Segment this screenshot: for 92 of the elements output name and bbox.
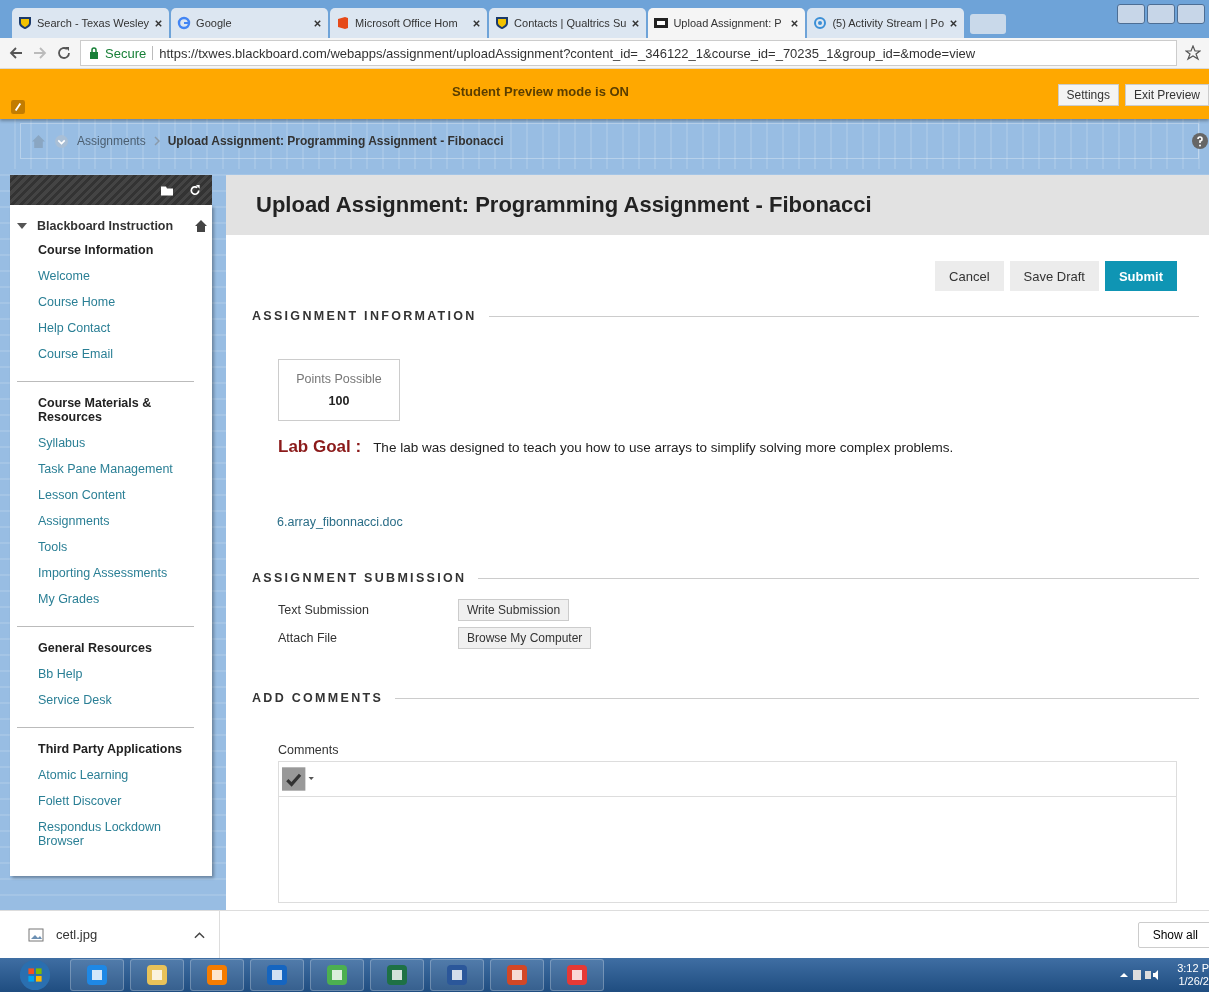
browser-tab[interactable]: Search - Texas Wesley xyxy=(12,8,170,38)
menu-item[interactable]: Help Contact xyxy=(38,315,194,341)
show-all-button[interactable]: Show all xyxy=(1137,921,1209,948)
menu-section-title[interactable]: Course Information xyxy=(38,243,194,257)
lock-icon xyxy=(89,47,99,59)
action-button[interactable]: Cancel xyxy=(935,261,1004,291)
menu-section-title[interactable]: Course Materials & Resources xyxy=(38,396,194,424)
browser-tab[interactable]: (5) Activity Stream | Po xyxy=(807,8,965,38)
banner-button[interactable]: Exit Preview xyxy=(1124,84,1209,106)
shield-icon xyxy=(18,16,32,30)
close-icon[interactable] xyxy=(949,18,959,28)
field-label: Text Submission xyxy=(278,603,370,617)
address-bar[interactable]: Secure https://txwes.blackboard.com/webapps/assignment/uploadAssignment?content_id=_346122_1&course_id=_70235_1&group_id=&mode=view xyxy=(80,40,1177,66)
menu-item[interactable]: Tools xyxy=(38,534,194,560)
course-title[interactable]: Blackboard Instruction xyxy=(37,219,174,233)
taskbar-app[interactable] xyxy=(490,959,544,991)
chevron-icon xyxy=(153,136,160,146)
reload-icon[interactable] xyxy=(56,45,72,61)
taskbar-app[interactable] xyxy=(130,959,184,991)
field-label: Comments xyxy=(278,743,340,757)
back-icon[interactable] xyxy=(8,45,24,61)
taskbar-app[interactable] xyxy=(430,959,484,991)
clock-time: 3:12 P xyxy=(1177,962,1209,975)
menu-item[interactable]: Respondus Lockdown Browser xyxy=(38,814,194,854)
close-icon[interactable] xyxy=(472,18,482,28)
submission-button[interactable]: Browse My Computer xyxy=(458,627,592,649)
star-icon[interactable] xyxy=(1185,45,1201,61)
section-heading: ASSIGNMENT SUBMISSION xyxy=(252,571,467,585)
banner-button[interactable]: Settings xyxy=(1057,84,1119,106)
menu-item[interactable]: Task Pane Management xyxy=(38,456,194,482)
caret-icon[interactable] xyxy=(194,930,205,939)
points-value: 100 xyxy=(328,394,350,408)
tab-title: Microsoft Office Hom xyxy=(355,17,459,29)
menu-item[interactable]: Welcome xyxy=(38,263,194,289)
menu-item[interactable]: Service Desk xyxy=(38,687,194,713)
menu-item[interactable]: Folett Discover xyxy=(38,788,194,814)
close-icon[interactable] xyxy=(154,18,164,28)
points-label: Points Possible xyxy=(296,372,382,386)
taskbar-app[interactable] xyxy=(370,959,424,991)
taskbar-app[interactable] xyxy=(250,959,304,991)
taskbar-app[interactable] xyxy=(550,959,604,991)
browser-tab[interactable]: Google xyxy=(171,8,329,38)
taskbar-app[interactable] xyxy=(190,959,244,991)
menu-item[interactable]: My Grades xyxy=(38,586,194,612)
menu-item[interactable]: Importing Assessments xyxy=(38,560,194,586)
tab-title: Contacts | Qualtrics Su xyxy=(514,17,627,29)
office-logo-icon xyxy=(336,16,351,30)
breadcrumb-item: Upload Assignment: Programming Assignment - Fibonacci xyxy=(167,134,504,148)
browser-tab[interactable]: Microsoft Office Hom xyxy=(330,8,488,38)
menu-item[interactable]: Course Home xyxy=(38,289,194,315)
g-logo-icon xyxy=(177,16,192,30)
menu-item[interactable]: Course Email xyxy=(38,341,194,367)
field-label: Attach File xyxy=(278,631,339,645)
browser-tab[interactable]: Contacts | Qualtrics Su xyxy=(489,8,647,38)
menu-section-title[interactable]: Third Party Applications xyxy=(38,742,194,756)
close-icon[interactable] xyxy=(631,18,641,28)
section-heading: ASSIGNMENT INFORMATION xyxy=(252,309,477,323)
menu-section-title[interactable]: General Resources xyxy=(38,641,194,655)
image-file-icon xyxy=(28,927,44,942)
shield-icon xyxy=(495,16,510,30)
close-icon[interactable] xyxy=(313,18,323,28)
submit-button[interactable]: Submit xyxy=(1104,261,1177,291)
tab-title: Upload Assignment: P xyxy=(673,17,783,29)
section-heading: ADD COMMENTS xyxy=(252,691,384,705)
help-icon[interactable] xyxy=(1192,133,1208,149)
bb-logo-icon xyxy=(654,16,669,30)
page-title: Upload Assignment: Programming Assignment - Fibonacci xyxy=(256,192,872,218)
close-icon[interactable] xyxy=(790,18,800,28)
tab-title: Search - Texas Wesley xyxy=(37,17,150,29)
menu-item[interactable]: Atomic Learning xyxy=(38,762,194,788)
home-icon[interactable] xyxy=(194,219,208,233)
link-icon[interactable] xyxy=(11,100,25,114)
taskbar-app[interactable] xyxy=(310,959,364,991)
tab-title: (5) Activity Stream | Po xyxy=(832,17,945,29)
action-button[interactable]: Save Draft xyxy=(1009,261,1099,291)
attachment-link[interactable]: 6.array_fibonnacci.doc xyxy=(277,515,403,529)
clock-date: 1/26/2 xyxy=(1178,975,1209,988)
menu-item[interactable]: Syllabus xyxy=(38,430,194,456)
lab-goal-label: Lab Goal : xyxy=(278,437,362,457)
menu-item[interactable]: Assignments xyxy=(38,508,194,534)
lab-goal-text: The lab was designed to teach you how to use arrays to simplify solving more complex problems. xyxy=(373,440,954,455)
refresh-icon[interactable] xyxy=(188,183,202,197)
menu-item[interactable]: Lesson Content xyxy=(38,482,194,508)
breadcrumb-item[interactable]: Assignments xyxy=(77,134,146,148)
browser-tab[interactable]: Upload Assignment: P xyxy=(648,8,806,38)
taskbar-app[interactable] xyxy=(70,959,124,991)
menu-item[interactable]: Bb Help xyxy=(38,661,194,687)
collapse-icon[interactable] xyxy=(17,222,27,230)
banner-message: Student Preview mode is ON xyxy=(452,83,629,99)
submission-button[interactable]: Write Submission xyxy=(458,599,570,621)
spellcheck-dropdown-icon[interactable] xyxy=(282,767,316,791)
tab-title: Google xyxy=(196,17,233,29)
